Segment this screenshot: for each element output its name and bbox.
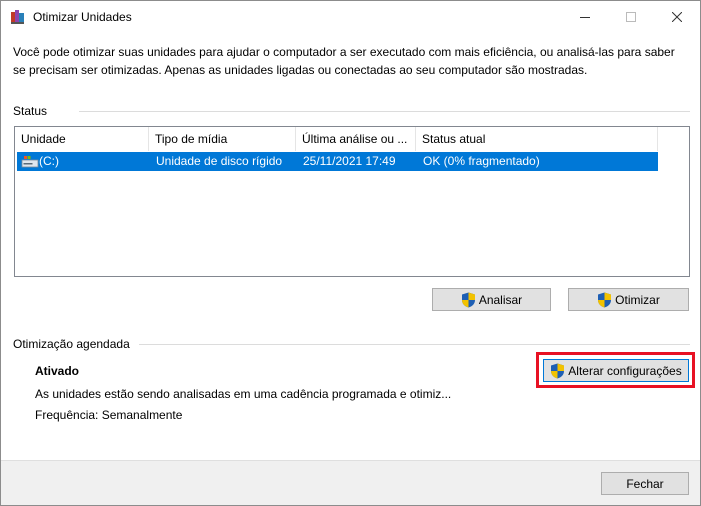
column-header-last-analysis[interactable]: Última análise ou ... <box>296 127 416 151</box>
last-analysis-cell: 25/11/2021 17:49 <box>303 154 396 168</box>
optimize-button[interactable]: Otimizar <box>568 288 689 311</box>
analyze-label: Analisar <box>478 292 523 307</box>
hard-drive-icon <box>21 156 39 168</box>
window-title: Otimizar Unidades <box>33 10 132 24</box>
title-bar: Otimizar Unidades <box>1 1 700 32</box>
drives-list-header: Unidade Tipo de mídia Última análise ou … <box>15 127 689 151</box>
analyze-button[interactable]: Analisar <box>432 288 551 311</box>
schedule-description: As unidades estão sendo analisadas em um… <box>35 387 452 401</box>
change-settings-button[interactable]: Alterar configurações <box>543 359 689 382</box>
table-row[interactable]: (C:) Unidade de disco rígido 25/11/2021 … <box>17 152 658 171</box>
close-window-button[interactable] <box>654 1 700 32</box>
maximize-icon <box>626 11 636 22</box>
column-header-media-type[interactable]: Tipo de mídia <box>149 127 296 151</box>
status-group-label: Status <box>13 104 48 118</box>
schedule-group-label: Otimização agendada <box>13 337 130 351</box>
change-settings-label: Alterar configurações <box>568 363 682 378</box>
close-label: Fechar <box>626 476 664 491</box>
drive-cell: (C:) <box>39 154 59 168</box>
uac-shield-icon <box>461 292 475 307</box>
drives-list[interactable]: Unidade Tipo de mídia Última análise ou … <box>14 126 690 277</box>
defrag-app-icon <box>11 10 24 24</box>
dialog-footer: Fechar <box>1 460 700 505</box>
minimize-button[interactable] <box>562 1 608 32</box>
optimize-label: Otimizar <box>615 292 660 307</box>
close-icon <box>672 11 682 22</box>
status-divider <box>79 111 690 112</box>
schedule-divider <box>139 344 690 345</box>
optimize-drives-window: Otimizar Unidades Você pode otimizar sua… <box>0 0 701 506</box>
intro-text: Você pode otimizar suas unidades para aj… <box>13 45 675 77</box>
maximize-button[interactable] <box>608 1 654 32</box>
schedule-frequency: Frequência: Semanalmente <box>35 408 183 422</box>
uac-shield-icon <box>551 363 565 378</box>
column-header-current-status[interactable]: Status atual <box>416 127 658 151</box>
current-status-cell: OK (0% fragmentado) <box>423 154 540 168</box>
uac-shield-icon <box>598 292 612 307</box>
close-button[interactable]: Fechar <box>601 472 689 495</box>
column-header-drive[interactable]: Unidade <box>15 127 149 151</box>
schedule-state: Ativado <box>35 364 80 378</box>
minimize-icon <box>580 16 590 18</box>
media-type-cell: Unidade de disco rígido <box>156 154 283 168</box>
